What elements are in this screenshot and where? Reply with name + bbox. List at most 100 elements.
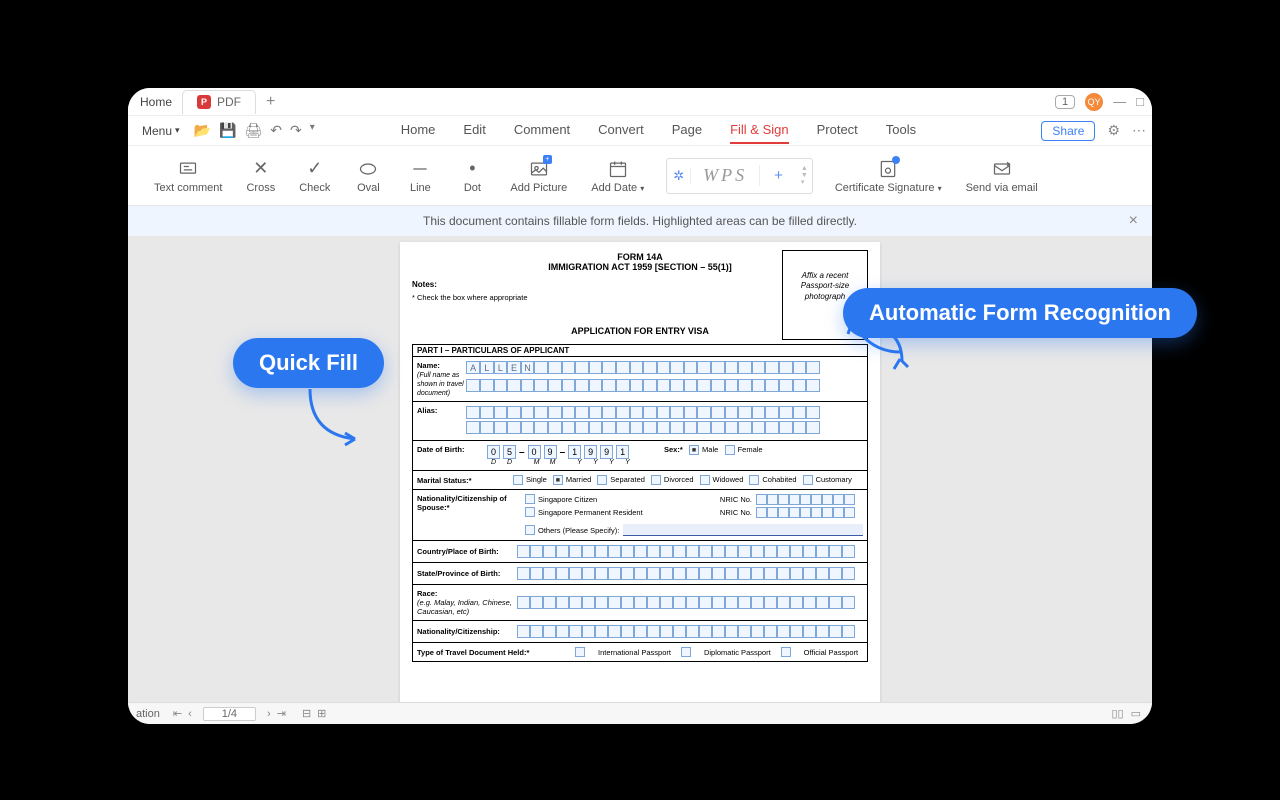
dob-m1[interactable]: 0 — [528, 445, 541, 459]
signature-scroll[interactable]: ▲▼▾ — [797, 165, 812, 186]
dob-y1[interactable]: 1 — [568, 445, 581, 459]
tab-comment[interactable]: Comment — [514, 117, 570, 144]
maximize-button[interactable]: □ — [1136, 94, 1144, 109]
nric1[interactable] — [756, 494, 855, 505]
travel-row: Type of Travel Document Held:* Internati… — [412, 643, 868, 662]
certificate-signature-button[interactable]: Certificate Signature ▾ — [825, 158, 952, 194]
travel-off-checkbox[interactable] — [781, 647, 791, 657]
tab-pdf-label: PDF — [217, 95, 241, 109]
notice-text: This document contains fillable form fie… — [423, 214, 857, 228]
titlebar: Home P PDF + 1 QY — □ — [128, 88, 1152, 116]
travel-intl-checkbox[interactable] — [575, 647, 585, 657]
dob-d1[interactable]: 0 — [487, 445, 500, 459]
save-icon[interactable]: 💾 — [219, 122, 236, 139]
country-field[interactable] — [517, 545, 855, 558]
notice-close-button[interactable]: × — [1129, 212, 1138, 230]
cross-button[interactable]: ✕Cross — [236, 158, 285, 194]
race-row: Race:(e.g. Malay, Indian, Chinese, Cauca… — [412, 585, 868, 621]
race-field[interactable] — [517, 596, 855, 609]
spouse-pr-checkbox[interactable] — [525, 507, 535, 517]
dob-y3[interactable]: 9 — [600, 445, 613, 459]
avatar[interactable]: QY — [1085, 93, 1103, 111]
menubar: Menu▾ 📂 💾 🖨 ↶ ↷ ▾ Home Edit Comment Conv… — [128, 116, 1152, 146]
minimize-button[interactable]: — — [1113, 94, 1126, 109]
travel-dipl-checkbox[interactable] — [681, 647, 691, 657]
oval-button[interactable]: Oval — [344, 158, 392, 194]
status-mode: ation — [136, 708, 160, 720]
undo-icon[interactable]: ↶ — [270, 122, 282, 139]
tab-fill-sign[interactable]: Fill & Sign — [730, 117, 789, 144]
print-icon[interactable]: 🖨 — [244, 122, 262, 139]
zoom-out-button[interactable]: ⊟ — [299, 707, 314, 720]
arrow-quick-fill — [300, 384, 380, 459]
signature-settings-icon[interactable]: ✲ — [667, 168, 691, 184]
signature-selector[interactable]: ✲ WPS + ▲▼▾ — [666, 158, 813, 194]
menu-dropdown[interactable]: Menu▾ — [134, 124, 188, 138]
tab-pdf[interactable]: P PDF — [182, 90, 256, 114]
pdf-icon: P — [197, 95, 211, 109]
tab-count[interactable]: 1 — [1055, 95, 1075, 109]
tab-tools[interactable]: Tools — [886, 117, 916, 144]
view-mode-button[interactable]: ▯▯ — [1107, 707, 1127, 720]
dob-y4[interactable]: 1 — [616, 445, 629, 459]
alias-field[interactable] — [466, 406, 863, 436]
qat-more-icon[interactable]: ▾ — [310, 122, 315, 139]
first-page-button[interactable]: ⇤ — [170, 707, 185, 720]
tab-convert[interactable]: Convert — [598, 117, 644, 144]
more-icon[interactable]: ⋯ — [1132, 122, 1146, 139]
nric2[interactable] — [756, 507, 855, 518]
tab-home[interactable]: Home — [136, 90, 182, 114]
app-window: Home P PDF + 1 QY — □ Menu▾ 📂 💾 🖨 ↶ ↷ ▾ … — [128, 88, 1152, 724]
form-notice: This document contains fillable form fie… — [128, 206, 1152, 236]
share-button[interactable]: Share — [1041, 121, 1095, 141]
state-field[interactable] — [517, 567, 855, 580]
zoom-in-button[interactable]: ⊞ — [314, 707, 329, 720]
last-page-button[interactable]: ⇥ — [274, 707, 289, 720]
pdf-page: Affix a recentPassport-sizephotograph FO… — [400, 242, 880, 706]
tab-page[interactable]: Page — [672, 117, 702, 144]
name-field[interactable]: ALLEN — [466, 361, 863, 397]
nationality-field[interactable] — [517, 625, 855, 638]
dob-y2[interactable]: 9 — [584, 445, 597, 459]
name-row: Name:(Full name as shown in travel docum… — [412, 357, 868, 402]
send-via-email-button[interactable]: Send via email — [956, 158, 1048, 194]
add-picture-button[interactable]: +Add Picture — [500, 158, 577, 194]
ribbon-fill-sign: Text comment ✕Cross ✓Check Oval Line •Do… — [128, 146, 1152, 206]
callout-quick-fill: Quick Fill — [233, 338, 384, 388]
prev-page-button[interactable]: ‹ — [185, 708, 195, 720]
quick-access-toolbar: 📂 💾 🖨 ↶ ↷ ▾ — [188, 122, 321, 139]
sex-female-checkbox[interactable] — [725, 445, 735, 455]
alias-row: Alias: — [412, 402, 868, 441]
others-input[interactable] — [623, 524, 863, 536]
add-tab-button[interactable]: + — [266, 93, 275, 111]
marital-row: Marital Status:* SingleMarriedSeparatedD… — [412, 471, 868, 490]
redo-icon[interactable]: ↷ — [290, 122, 302, 139]
add-signature-button[interactable]: + — [760, 167, 797, 184]
tab-protect[interactable]: Protect — [817, 117, 858, 144]
spouse-row: Nationality/Citizenship of Spouse:* Sing… — [412, 490, 868, 541]
spouse-citizen-checkbox[interactable] — [525, 494, 535, 504]
next-page-button[interactable]: › — [264, 708, 274, 720]
state-row: State/Province of Birth: — [412, 563, 868, 585]
dob-row: Date of Birth: 0 5 – 0 9 – 1 9 9 1 — [412, 441, 868, 471]
main-tabs: Home Edit Comment Convert Page Fill & Si… — [401, 117, 916, 144]
open-icon[interactable]: 📂 — [194, 122, 211, 139]
tab-edit[interactable]: Edit — [463, 117, 485, 144]
dob-m2[interactable]: 9 — [544, 445, 557, 459]
line-button[interactable]: Line — [396, 158, 444, 194]
tab-app-home[interactable]: Home — [401, 117, 436, 144]
spouse-others-checkbox[interactable] — [525, 525, 535, 535]
callout-auto-form-recognition: Automatic Form Recognition — [843, 288, 1197, 338]
reading-mode-button[interactable]: ▭ — [1128, 707, 1144, 720]
text-comment-button[interactable]: Text comment — [144, 158, 232, 194]
part-header: PART I – PARTICULARS OF APPLICANT — [412, 344, 868, 357]
sex-male-checkbox[interactable] — [689, 445, 699, 455]
dot-button[interactable]: •Dot — [448, 158, 496, 194]
settings-icon[interactable]: ⚙ — [1107, 122, 1120, 139]
page-number[interactable]: 1/4 — [203, 707, 256, 721]
dob-d2[interactable]: 5 — [503, 445, 516, 459]
country-row: Country/Place of Birth: — [412, 541, 868, 563]
add-date-button[interactable]: Add Date ▾ — [581, 158, 654, 194]
signature-preview[interactable]: WPS — [691, 165, 760, 186]
check-button[interactable]: ✓Check — [289, 158, 340, 194]
